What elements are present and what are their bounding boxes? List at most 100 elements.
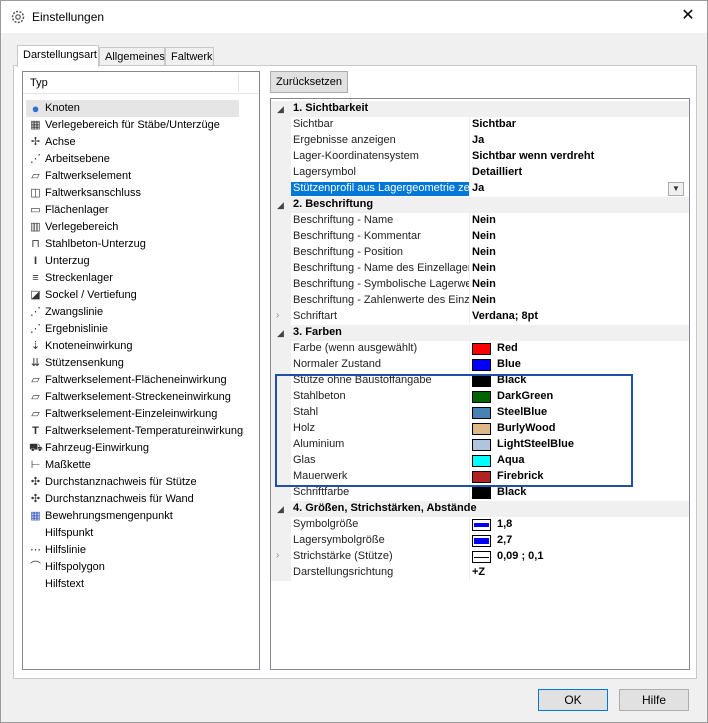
type-item-verlegebereich[interactable]: ▥ Verlegebereich: [26, 219, 257, 236]
prop-value[interactable]: Sichtbar wenn verdreht: [472, 150, 594, 162]
category-farben[interactable]: ◢ 3. Farben: [271, 325, 689, 341]
prop-normaler-zustand[interactable]: Normaler Zustand Blue: [271, 357, 689, 373]
prop-value[interactable]: 0,09 ; 0,1: [497, 550, 543, 562]
prop-beschriftung-einzellager[interactable]: Beschriftung - Name des Einzellagers Nei…: [271, 261, 689, 277]
prop-value[interactable]: Ja: [472, 134, 484, 146]
tab-darstellungsart[interactable]: Darstellungsart: [17, 45, 99, 67]
type-item-fahrzeug[interactable]: ⛟ Fahrzeug-Einwirkung: [26, 440, 257, 457]
type-item-verlegebereich-staebe[interactable]: ▦ Verlegebereich für Stäbe/Unterzüge: [26, 117, 257, 134]
type-item-masskette[interactable]: ⊢ Maßkette: [26, 457, 257, 474]
type-item-streckenlager[interactable]: ≡ Streckenlager: [26, 270, 257, 287]
type-item-ergebnislinie[interactable]: ⋰ Ergebnislinie: [26, 321, 257, 338]
prop-beschriftung-kommentar[interactable]: Beschriftung - Kommentar Nein: [271, 229, 689, 245]
type-item-faltwerkselement[interactable]: ▱ Faltwerkselement: [26, 168, 257, 185]
type-item-achse[interactable]: ✢ Achse: [26, 134, 257, 151]
prop-stahlbeton[interactable]: Stahlbeton DarkGreen: [271, 389, 689, 405]
prop-glas[interactable]: Glas Aqua: [271, 453, 689, 469]
type-item-knoten[interactable]: ● Knoten: [26, 100, 239, 117]
expand-icon[interactable]: ›: [276, 550, 279, 561]
prop-holz[interactable]: Holz BurlyWood: [271, 421, 689, 437]
type-item-hilfspunkt[interactable]: Hilfspunkt: [26, 525, 257, 542]
prop-value[interactable]: 1,8: [497, 518, 512, 530]
prop-lagersymbol[interactable]: Lagersymbol Detailliert: [271, 165, 689, 181]
prop-value[interactable]: DarkGreen: [497, 390, 553, 402]
type-list[interactable]: Typ ● Knoten ▦ Verlegebereich für Stäbe/…: [22, 71, 260, 670]
expand-icon[interactable]: ›: [276, 310, 279, 321]
prop-value[interactable]: LightSteelBlue: [497, 438, 574, 450]
prop-sichtbar[interactable]: Sichtbar Sichtbar: [271, 117, 689, 133]
tab-allgemeines[interactable]: Allgemeines: [99, 47, 165, 67]
prop-lager-koordinatensystem[interactable]: Lager-Koordinatensystem Sichtbar wenn ve…: [271, 149, 689, 165]
ok-button[interactable]: OK: [538, 689, 608, 711]
type-item-durchstanz-wand[interactable]: ✣ Durchstanznachweis für Wand: [26, 491, 257, 508]
type-item-arbeitsebene[interactable]: ⋰ Arbeitsebene: [26, 151, 257, 168]
type-item-temperatureinwirkung[interactable]: T Faltwerkselement-Temperatureinwirkung: [26, 423, 257, 440]
category-beschriftung[interactable]: ◢ 2. Beschriftung: [271, 197, 689, 213]
collapse-icon[interactable]: ◢: [277, 328, 284, 339]
type-item-stuetzensenkung[interactable]: ⇊ Stützensenkung: [26, 355, 257, 372]
type-item-hilfslinie[interactable]: ⋯ Hilfslinie: [26, 542, 257, 559]
tab-faltwerk[interactable]: Faltwerk: [165, 47, 214, 67]
type-item-zwangslinie[interactable]: ⋰ Zwangslinie: [26, 304, 257, 321]
prop-value[interactable]: Aqua: [497, 454, 525, 466]
prop-value[interactable]: Firebrick: [497, 470, 543, 482]
prop-schriftart[interactable]: › Schriftart Verdana; 8pt: [271, 309, 689, 325]
prop-schriftfarbe[interactable]: Schriftfarbe Black: [271, 485, 689, 501]
help-button[interactable]: Hilfe: [619, 689, 689, 711]
prop-value[interactable]: Nein: [472, 278, 496, 290]
prop-value[interactable]: SteelBlue: [497, 406, 547, 418]
type-item-bewehrungsmengenpunkt[interactable]: ▦ Bewehrungsmengenpunkt: [26, 508, 257, 525]
prop-value[interactable]: Nein: [472, 230, 496, 242]
type-item-faltwerksanschluss[interactable]: ◫ Faltwerksanschluss: [26, 185, 257, 202]
type-item-unterzug[interactable]: I Unterzug: [26, 253, 257, 270]
prop-strichstaerke[interactable]: › Strichstärke (Stütze) 0,09 ; 0,1: [271, 549, 689, 565]
prop-mauerwerk[interactable]: Mauerwerk Firebrick: [271, 469, 689, 485]
prop-beschriftung-name[interactable]: Beschriftung - Name Nein: [271, 213, 689, 229]
prop-value[interactable]: Nein: [472, 294, 496, 306]
type-item-stahlbeton-unterzug[interactable]: ⊓ Stahlbeton-Unterzug: [26, 236, 257, 253]
type-item-flaechenlager[interactable]: ▭ Flächenlager: [26, 202, 257, 219]
type-column-header[interactable]: Typ: [30, 77, 48, 89]
type-item-durchstanz-stuetze[interactable]: ✣ Durchstanznachweis für Stütze: [26, 474, 257, 491]
prop-value[interactable]: Blue: [497, 358, 521, 370]
prop-stuetze-ohne-baustoff[interactable]: Stütze ohne Baustoffangabe Black: [271, 373, 689, 389]
prop-aluminium[interactable]: Aluminium LightSteelBlue: [271, 437, 689, 453]
prop-value[interactable]: Verdana; 8pt: [472, 310, 538, 322]
property-grid[interactable]: ◢ 1. Sichtbarkeit Sichtbar Sichtbar Erge…: [270, 98, 690, 670]
prop-beschriftung-position[interactable]: Beschriftung - Position Nein: [271, 245, 689, 261]
column-separator[interactable]: [238, 74, 239, 92]
prop-value[interactable]: Detailliert: [472, 166, 522, 178]
prop-value[interactable]: Sichtbar: [472, 118, 516, 130]
dropdown-button[interactable]: ▼: [668, 182, 684, 196]
reset-button[interactable]: Zurücksetzen: [270, 71, 348, 93]
type-item-hilfspolygon[interactable]: ⌒ Hilfspolygon: [26, 559, 257, 576]
type-item-sockel[interactable]: ◪ Sockel / Vertiefung: [26, 287, 257, 304]
prop-value[interactable]: Black: [497, 486, 526, 498]
prop-value[interactable]: Nein: [472, 262, 496, 274]
prop-value[interactable]: Red: [497, 342, 518, 354]
close-button[interactable]: ✕: [673, 3, 703, 29]
prop-value[interactable]: Nein: [472, 246, 496, 258]
prop-value[interactable]: 2,7: [497, 534, 512, 546]
collapse-icon[interactable]: ◢: [277, 504, 284, 515]
prop-value[interactable]: BurlyWood: [497, 422, 555, 434]
category-groessen[interactable]: ◢ 4. Größen, Strichstärken, Abstände: [271, 501, 689, 517]
category-sichtbarkeit[interactable]: ◢ 1. Sichtbarkeit: [271, 101, 689, 117]
prop-stahl[interactable]: Stahl SteelBlue: [271, 405, 689, 421]
type-item-einzeleinwirkung[interactable]: ▱ Faltwerkselement-Einzeleinwirkung: [26, 406, 257, 423]
type-item-flaecheneinwirkung[interactable]: ▱ Faltwerkselement-Flächeneinwirkung: [26, 372, 257, 389]
prop-lagersymbolgroesse[interactable]: Lagersymbolgröße 2,7: [271, 533, 689, 549]
prop-farbe-ausgewaehlt[interactable]: Farbe (wenn ausgewählt) Red: [271, 341, 689, 357]
type-item-knoteneinwirkung[interactable]: ⇣ Knoteneinwirkung: [26, 338, 257, 355]
collapse-icon[interactable]: ◢: [277, 104, 284, 115]
prop-value[interactable]: Black: [497, 374, 526, 386]
collapse-icon[interactable]: ◢: [277, 200, 284, 211]
prop-ergebnisse-anzeigen[interactable]: Ergebnisse anzeigen Ja: [271, 133, 689, 149]
type-item-hilfstext[interactable]: Hilfstext: [26, 576, 257, 593]
prop-darstellungsrichtung[interactable]: Darstellungsrichtung +Z: [271, 565, 689, 581]
prop-beschriftung-symbolisch[interactable]: Beschriftung - Symbolische Lagerwerte Ne…: [271, 277, 689, 293]
prop-stuetzenprofil[interactable]: Stützenprofil aus Lagergeometrie zeichne…: [271, 181, 689, 197]
prop-value[interactable]: Nein: [472, 214, 496, 226]
prop-beschriftung-zahlenwerte[interactable]: Beschriftung - Zahlenwerte des Einzellag…: [271, 293, 689, 309]
prop-value[interactable]: Ja: [472, 182, 484, 194]
